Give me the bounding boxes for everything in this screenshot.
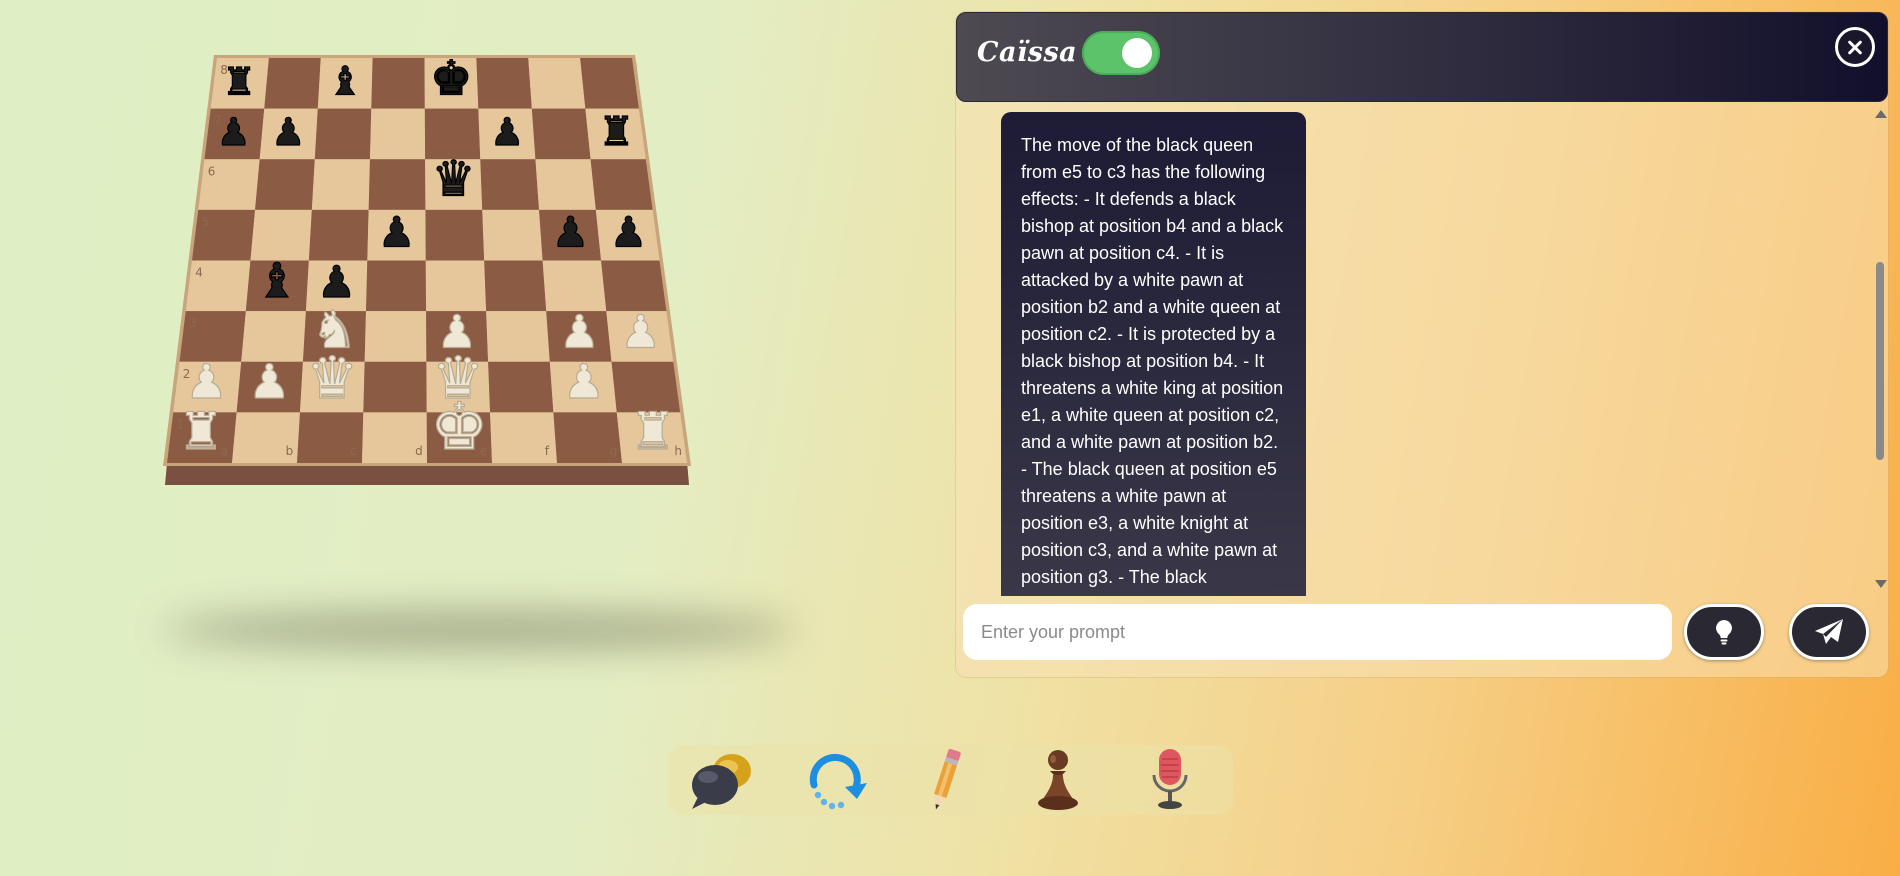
file-label: d (415, 444, 423, 458)
square-d3[interactable] (364, 311, 427, 362)
lightbulb-icon (1716, 620, 1732, 645)
black-pawn-f7[interactable]: ♟ (489, 109, 524, 154)
square-g7[interactable] (531, 108, 591, 160)
square-d7[interactable] (369, 108, 426, 160)
rank-label: 3 (189, 316, 197, 330)
rank-label: 5 (202, 215, 210, 229)
message-text: The move of the black queen from e5 to c… (1021, 135, 1284, 587)
white-rook-a1[interactable]: ♜ (177, 401, 224, 462)
square-c6[interactable] (311, 159, 370, 210)
white-pawn-b2[interactable]: ♟ (248, 355, 292, 411)
black-queen-e6[interactable]: ♛ (431, 150, 476, 208)
panel-header: Caïssa (956, 12, 1888, 102)
black-bishop-b4[interactable]: ♝ (255, 253, 299, 309)
square-g8[interactable] (528, 58, 586, 109)
refresh-icon (809, 753, 867, 810)
chat-area[interactable]: The move of the black queen from e5 to c… (956, 104, 1888, 596)
pawn-button[interactable] (1023, 747, 1093, 813)
square-f2[interactable] (488, 361, 554, 413)
assistant-message: The move of the black queen from e5 to c… (1001, 112, 1306, 596)
prompt-input[interactable] (963, 604, 1672, 660)
chat-bubbles-button[interactable] (688, 747, 758, 813)
white-pawn-h3[interactable]: ♟ (620, 305, 662, 359)
square-d2[interactable] (363, 361, 427, 413)
black-king-e8[interactable]: ♚ (429, 51, 473, 107)
white-queen-c2[interactable]: ♛ (306, 344, 359, 413)
brand-title: Caïssa (977, 37, 1078, 68)
scroll-down-arrow-icon[interactable] (1875, 580, 1887, 588)
white-pawn-g2[interactable]: ♟ (562, 355, 606, 411)
square-f3[interactable] (486, 311, 550, 362)
square-c7[interactable] (314, 108, 372, 160)
white-pawn-g3[interactable]: ♟ (558, 305, 600, 359)
microphone-button[interactable] (1136, 747, 1206, 813)
black-rook-h7[interactable]: ♜ (598, 108, 635, 155)
board-edge (165, 463, 689, 485)
rank-label: 6 (208, 164, 216, 178)
file-label: b (286, 444, 294, 458)
close-button[interactable] (1835, 27, 1875, 67)
black-pawn-d5[interactable]: ♟ (377, 207, 416, 257)
square-b3[interactable] (241, 311, 306, 362)
white-rook-h1[interactable]: ♜ (629, 401, 676, 462)
rank-label: 4 (195, 266, 203, 280)
square-h8[interactable] (580, 58, 639, 109)
square-d6[interactable] (368, 159, 426, 210)
square-b8[interactable] (264, 58, 321, 109)
chess-board[interactable]: 8 7 6 5 4 3 2 1 a b c d e f g h ♜ ♝ ♚ ♜ ♟ ♟ ♟ ♛ ♟ ♟ ♟ ♝ ♟ ♞ ♟ ♟ ♟ ♟ ♟ ♛ ♛ ♟ ♜ ♚… (150, 50, 810, 640)
assistant-panel: Caïssa The move of the black queen from … (956, 12, 1888, 677)
pawn-icon (1038, 750, 1078, 810)
square-h6[interactable] (590, 159, 653, 210)
black-bishop-c8[interactable]: ♝ (327, 58, 363, 105)
bottom-toolbar (668, 745, 1233, 815)
pencil-icon (934, 748, 961, 810)
square-b5[interactable] (250, 209, 312, 261)
square-c5[interactable] (308, 209, 369, 261)
square-d8[interactable] (371, 58, 425, 109)
black-pawn-g5[interactable]: ♟ (551, 207, 590, 257)
scroll-up-arrow-icon[interactable] (1875, 110, 1887, 118)
white-king-e1[interactable]: ♚ (429, 389, 488, 465)
toggle-knob (1122, 38, 1152, 68)
chat-scrollbar[interactable] (1872, 104, 1888, 594)
scroll-thumb[interactable] (1876, 262, 1884, 460)
file-label: c (350, 444, 357, 458)
black-pawn-a7[interactable]: ♟ (216, 109, 251, 154)
square-e5[interactable] (425, 209, 485, 261)
square-g6[interactable] (535, 159, 596, 210)
square-g4[interactable] (542, 260, 607, 312)
square-f8[interactable] (476, 58, 532, 109)
pencil-button[interactable] (911, 747, 981, 813)
black-pawn-h5[interactable]: ♟ (609, 207, 648, 257)
microphone-icon (1152, 749, 1188, 809)
chess-board-svg[interactable]: 87654321a b c d e f g h♜ ♝ ♚♜♟ ♟ ♟♛♟ ♟ ♟♝ ♟♞ ♟ ♟ ♟♟ ♟ ♛ ♛ ♟♜ ♚… (150, 50, 810, 650)
file-label: g (610, 444, 618, 458)
square-e4[interactable] (425, 260, 487, 312)
chat-bubbles-icon (692, 754, 751, 809)
black-rook-a8[interactable]: ♜ (222, 59, 257, 104)
refresh-button[interactable] (800, 747, 870, 813)
square-f4[interactable] (484, 260, 547, 312)
square-d4[interactable] (365, 260, 427, 312)
square-f6[interactable] (480, 159, 540, 210)
square-f5[interactable] (482, 209, 543, 261)
assistant-toggle[interactable] (1082, 31, 1160, 75)
send-button[interactable] (1789, 604, 1869, 660)
square-b6[interactable] (255, 159, 315, 210)
hint-button[interactable] (1684, 604, 1764, 660)
black-pawn-b7[interactable]: ♟ (271, 109, 306, 154)
square-h4[interactable] (601, 260, 667, 312)
send-paper-plane-icon (1815, 619, 1843, 644)
